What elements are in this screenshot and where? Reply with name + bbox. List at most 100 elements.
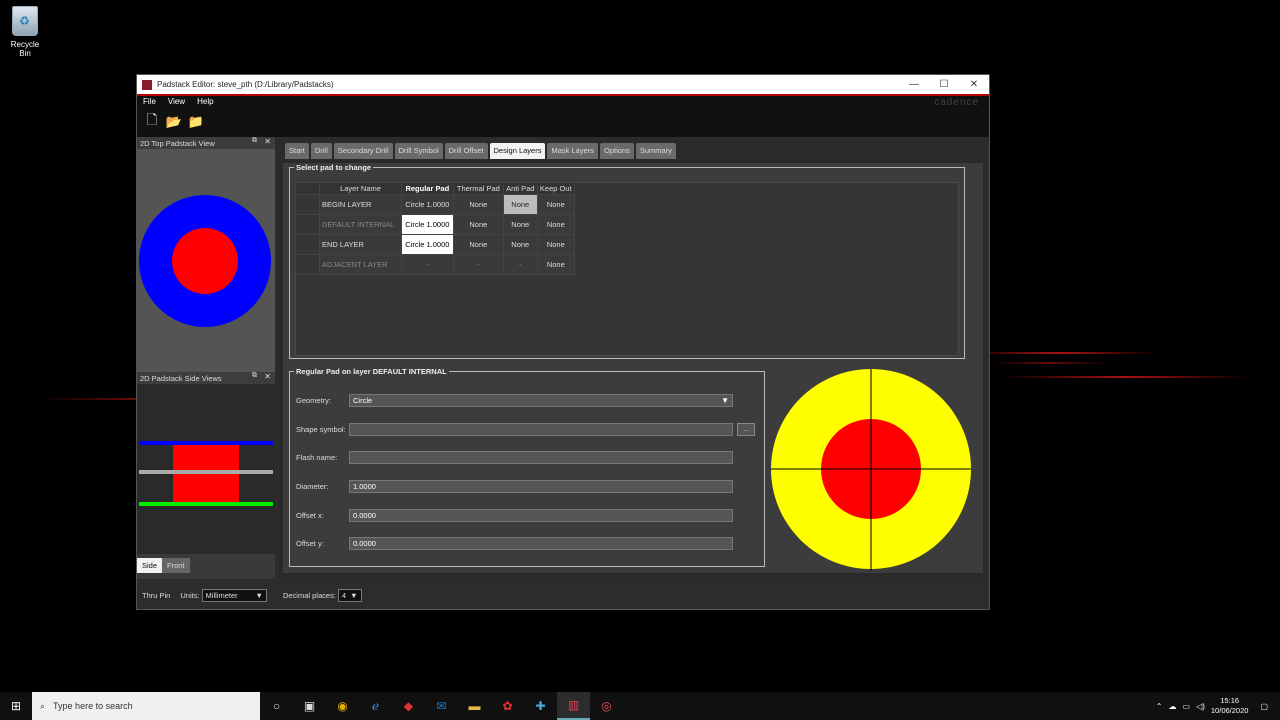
- anti-pad-cell[interactable]: None: [502, 214, 538, 235]
- geometry-value: Circle: [353, 396, 373, 405]
- chevron-down-icon: ▼: [350, 590, 358, 600]
- cortana-icon[interactable]: ○: [260, 692, 293, 720]
- menu-bar: File View Help cadence: [137, 94, 989, 108]
- outlook-icon[interactable]: ✉: [425, 692, 458, 720]
- app-icon[interactable]: ✚: [524, 692, 557, 720]
- design-layers-page: Select pad to change Layer Name Regular …: [283, 163, 983, 573]
- close-panel-icon[interactable]: ✕: [264, 137, 271, 146]
- open-folder-icon[interactable]: 📂: [165, 113, 183, 131]
- anti-pad-cell[interactable]: None: [502, 194, 538, 215]
- pad-table: Layer Name Regular Pad Thermal Pad Anti …: [295, 182, 576, 275]
- keep-out-cell[interactable]: None: [536, 214, 576, 235]
- anti-pad-cell[interactable]: -: [502, 254, 538, 275]
- select-pad-legend: Select pad to change: [296, 163, 372, 172]
- top-inner-pad: [172, 228, 238, 294]
- side-view-tabs: Side Front: [137, 554, 275, 573]
- date: 10/06/2020: [1210, 706, 1249, 715]
- float-icon[interactable]: ⧉: [252, 372, 257, 380]
- tab-side[interactable]: Side: [137, 558, 163, 573]
- pad-properties-group: Regular Pad on layer DEFAULT INTERNAL Ge…: [289, 367, 765, 567]
- regular-pad-cell[interactable]: Circle 1.0000: [401, 234, 454, 255]
- anti-pad-cell[interactable]: None: [502, 234, 538, 255]
- offset-y-input[interactable]: 0.0000: [349, 537, 733, 550]
- minimize-button[interactable]: —: [899, 79, 929, 90]
- chrome-icon[interactable]: ◉: [326, 692, 359, 720]
- thermal-pad-cell[interactable]: None: [452, 214, 504, 235]
- keep-out-cell[interactable]: None: [536, 234, 576, 255]
- offset-x-row: Offset x: 0.0000: [296, 509, 766, 522]
- diameter-row: Diameter: 1.0000: [296, 480, 766, 493]
- keep-out-cell[interactable]: None: [536, 194, 576, 215]
- close-panel-icon[interactable]: ✕: [264, 372, 271, 381]
- pad-properties-legend: Regular Pad on layer DEFAULT INTERNAL: [296, 367, 447, 376]
- flash-name-row: Flash name:: [296, 451, 766, 464]
- new-file-icon[interactable]: 🗋: [143, 112, 161, 131]
- row-header: [295, 214, 320, 235]
- tab-summary[interactable]: Summary: [635, 143, 676, 159]
- layer-name-cell: BEGIN LAYER: [319, 194, 402, 215]
- menu-file[interactable]: File: [137, 97, 162, 106]
- float-icon[interactable]: ⧉: [252, 137, 257, 145]
- chevron-up-icon[interactable]: ⌃: [1156, 702, 1163, 711]
- tab-mask-layers[interactable]: Mask Layers: [547, 143, 598, 159]
- regular-pad-cell[interactable]: Circle 1.0000: [401, 194, 454, 215]
- wallpaper-streak: [990, 362, 1110, 364]
- title-bar[interactable]: Padstack Editor: steve_pth (D:/Library/P…: [137, 75, 989, 94]
- menu-view[interactable]: View: [162, 97, 191, 106]
- taskbar-search[interactable]: ⌕ Type here to search: [32, 692, 260, 720]
- side-view-header: 2D Padstack Side Views ⧉ ✕: [137, 372, 275, 384]
- task-view-icon[interactable]: ▣: [293, 692, 326, 720]
- regular-pad-cell[interactable]: Circle 1.0000: [401, 214, 454, 235]
- close-button[interactable]: ✕: [959, 79, 989, 90]
- offset-x-input[interactable]: 0.0000: [349, 509, 733, 522]
- volume-icon[interactable]: ◁): [1196, 702, 1205, 711]
- menu-help[interactable]: Help: [191, 97, 219, 106]
- recycle-bin[interactable]: Recycle Bin: [4, 6, 46, 58]
- thermal-pad-cell[interactable]: None: [452, 194, 504, 215]
- tab-drill-offset[interactable]: Drill Offset: [444, 143, 488, 159]
- tab-start[interactable]: Start: [285, 143, 309, 159]
- cadence-app-icon[interactable]: ◆: [392, 692, 425, 720]
- tab-drill-symbol[interactable]: Drill Symbol: [394, 143, 443, 159]
- windows-start-icon[interactable]: ⊞: [0, 692, 32, 720]
- col-layer-name[interactable]: Layer Name: [319, 182, 402, 195]
- col-thermal-pad[interactable]: Thermal Pad: [452, 182, 504, 195]
- thermal-pad-cell[interactable]: None: [452, 234, 504, 255]
- cloud-icon[interactable]: ☁: [1169, 702, 1177, 711]
- recycle-bin-icon: [12, 6, 38, 36]
- status-bar: Thru Pin Units: Millimeter ▼ Decimal pla…: [137, 581, 989, 609]
- edge-icon[interactable]: ℯ: [359, 692, 392, 720]
- units-select[interactable]: Millimeter ▼: [201, 588, 267, 602]
- decimal-places-select[interactable]: 4 ▼: [337, 588, 362, 602]
- app-icon[interactable]: ◎: [590, 692, 623, 720]
- thermal-pad-cell[interactable]: -: [452, 254, 504, 275]
- geometry-select[interactable]: Circle ▼: [349, 394, 733, 407]
- diameter-input[interactable]: 1.0000: [349, 480, 733, 493]
- clock[interactable]: 15:16 10/06/2020: [1211, 696, 1249, 716]
- file-explorer-icon[interactable]: ▬: [458, 692, 491, 720]
- maximize-button[interactable]: ☐: [929, 79, 959, 90]
- regular-pad-cell[interactable]: -: [401, 254, 454, 275]
- top-view-header: 2D Top Padstack View ⧉ ✕: [137, 137, 275, 149]
- shape-symbol-input[interactable]: [349, 423, 733, 436]
- col-regular-pad[interactable]: Regular Pad: [401, 182, 454, 195]
- wallpaper-streak: [1000, 376, 1250, 378]
- col-keep-out[interactable]: Keep Out: [536, 182, 576, 195]
- tab-drill[interactable]: Drill: [310, 143, 332, 159]
- keep-out-cell[interactable]: None: [536, 254, 576, 275]
- tab-secondary-drill[interactable]: Secondary Drill: [333, 143, 393, 159]
- tab-options[interactable]: Options: [599, 143, 634, 159]
- tab-front[interactable]: Front: [162, 558, 190, 573]
- row-header: [295, 254, 320, 275]
- app-icon[interactable]: ✿: [491, 692, 524, 720]
- network-icon[interactable]: ▭: [1183, 702, 1191, 711]
- row-header: [295, 194, 320, 215]
- save-folder-icon[interactable]: 📁: [187, 113, 205, 131]
- tab-bar: Start Drill Secondary Drill Drill Symbol…: [279, 143, 985, 159]
- tab-design-layers[interactable]: Design Layers: [489, 143, 546, 159]
- flash-name-input[interactable]: [349, 451, 733, 464]
- padstack-editor-taskbar-icon[interactable]: ▥: [557, 692, 590, 720]
- browse-button[interactable]: ...: [737, 423, 755, 436]
- notifications-icon[interactable]: ▢: [1260, 702, 1268, 711]
- col-anti-pad[interactable]: Anti Pad: [502, 182, 538, 195]
